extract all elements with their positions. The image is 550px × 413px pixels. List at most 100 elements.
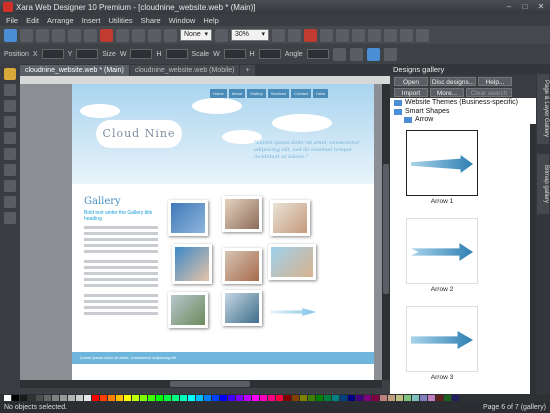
page-footer[interactable]: Lorem ipsum dolor sit amet, consectetur … [72,352,374,364]
menu-window[interactable]: Window [169,16,196,25]
color-swatch[interactable] [44,395,51,401]
color-swatch[interactable] [52,395,59,401]
color-swatch[interactable] [20,395,27,401]
menu-insert[interactable]: Insert [82,16,101,25]
nav-item[interactable]: Contact [291,89,311,98]
color-swatch[interactable] [324,395,331,401]
gallery-subheading[interactable]: Bold text under the Gallery title headin… [84,210,154,222]
scale-h-field[interactable] [258,49,281,59]
nav-item[interactable]: About [228,89,246,98]
arrow-shape[interactable] [270,308,316,316]
color-swatch[interactable] [308,395,315,401]
zoom-tool-icon[interactable] [4,212,16,224]
page-indicator[interactable]: Page 6 of 7 (gallery) [483,404,546,411]
color-swatch[interactable] [84,395,91,401]
side-tab-page-layer[interactable]: Page & Layer Gallery [537,74,549,144]
color-swatch[interactable] [300,395,307,401]
color-swatch[interactable] [4,395,11,401]
web-page[interactable]: Home About Gallery Services Contact Link… [72,84,374,380]
shadow-tool-icon[interactable] [4,180,16,192]
color-swatch[interactable] [316,395,323,401]
vertical-scroll-thumb[interactable] [383,164,389,294]
open-icon[interactable] [36,28,49,42]
color-swatch[interactable] [252,395,259,401]
color-swatch[interactable] [140,395,147,401]
color-swatch[interactable] [220,395,227,401]
web-properties-icon[interactable] [320,28,333,42]
color-swatch[interactable] [276,395,283,401]
color-swatch[interactable] [116,395,123,401]
gallery-photo[interactable] [222,290,262,326]
color-swatch[interactable] [28,395,35,401]
color-swatch[interactable] [364,395,371,401]
horizontal-scroll-thumb[interactable] [170,381,250,387]
nav-item[interactable]: Links [312,89,329,98]
horizontal-scrollbar[interactable] [20,380,382,388]
color-swatch[interactable] [284,395,291,401]
undo-icon[interactable] [116,28,129,42]
photo-icon[interactable] [368,28,381,42]
color-swatch[interactable] [92,395,99,401]
zoom-fit-icon[interactable] [272,28,285,42]
color-swatch[interactable] [188,395,195,401]
color-swatch[interactable] [36,395,43,401]
new-tab-button[interactable]: + [240,65,255,76]
gallery-photo[interactable] [222,248,262,284]
color-swatch[interactable] [412,395,419,401]
y-field[interactable] [76,49,99,59]
zoom-select[interactable]: 30% ▾ [231,29,269,41]
scale-w-field[interactable] [223,49,246,59]
nav-item[interactable]: Gallery [247,89,266,98]
color-swatch[interactable] [12,395,19,401]
quote-text[interactable]: "Lorem ipsum dolor sit amet, consectetur… [254,140,364,161]
x-field[interactable] [41,49,64,59]
color-swatch[interactable] [292,395,299,401]
color-swatch[interactable] [260,395,267,401]
tab-main[interactable]: cloudnine_website.web * (Main) [20,65,129,76]
color-swatch[interactable] [132,395,139,401]
text-tool-icon[interactable] [4,132,16,144]
nav-item[interactable]: Home [210,89,227,98]
color-swatch[interactable] [332,395,339,401]
menu-utilities[interactable]: Utilities [108,16,132,25]
help-button[interactable]: Help... [478,77,512,86]
tree-folder-website-themes[interactable]: Website Themes (Business-specific) [394,99,518,106]
new-document-icon[interactable] [20,28,33,42]
height-field[interactable] [165,49,188,59]
tag-icon[interactable] [383,47,397,61]
gallery-photo[interactable] [268,244,316,280]
gallery-item-arrow-2[interactable] [406,218,478,284]
color-swatch[interactable] [380,395,387,401]
color-swatch[interactable] [396,395,403,401]
gallery-item-arrow-1[interactable] [406,130,478,196]
color-swatch[interactable] [172,395,179,401]
pen-tool-icon[interactable] [4,84,16,96]
import-button[interactable]: Import [394,88,428,97]
transparency-tool-icon[interactable] [4,164,16,176]
color-swatch[interactable] [356,395,363,401]
color-swatch[interactable] [76,395,83,401]
zoom-page-icon[interactable] [288,28,301,42]
color-swatch[interactable] [60,395,67,401]
gallery-photo[interactable] [168,200,208,236]
clear-search-button[interactable]: Clear search [466,88,512,97]
word-icon[interactable] [4,28,17,42]
redo-icon[interactable] [132,28,145,42]
gallery-heading[interactable]: Gallery [84,196,121,207]
export-icon[interactable] [164,28,177,42]
canvas[interactable]: Home About Gallery Services Contact Link… [20,84,382,380]
minimize-icon[interactable]: – [502,2,516,12]
side-tab-bitmap[interactable]: Bitmap gallery [537,154,549,214]
gallery-item-arrow-3[interactable] [406,306,478,372]
vertical-scrollbar[interactable] [382,84,390,380]
shape-tool-icon[interactable] [4,100,16,112]
magnet-icon[interactable] [304,28,317,42]
color-swatch[interactable] [404,395,411,401]
color-swatch[interactable] [180,395,187,401]
close-icon[interactable]: ✕ [534,2,548,12]
tree-folder-smart-shapes[interactable]: Smart Shapes [394,108,449,115]
color-swatch[interactable] [348,395,355,401]
color-swatch[interactable] [124,395,131,401]
color-swatch[interactable] [196,395,203,401]
angle-field[interactable] [306,49,329,59]
